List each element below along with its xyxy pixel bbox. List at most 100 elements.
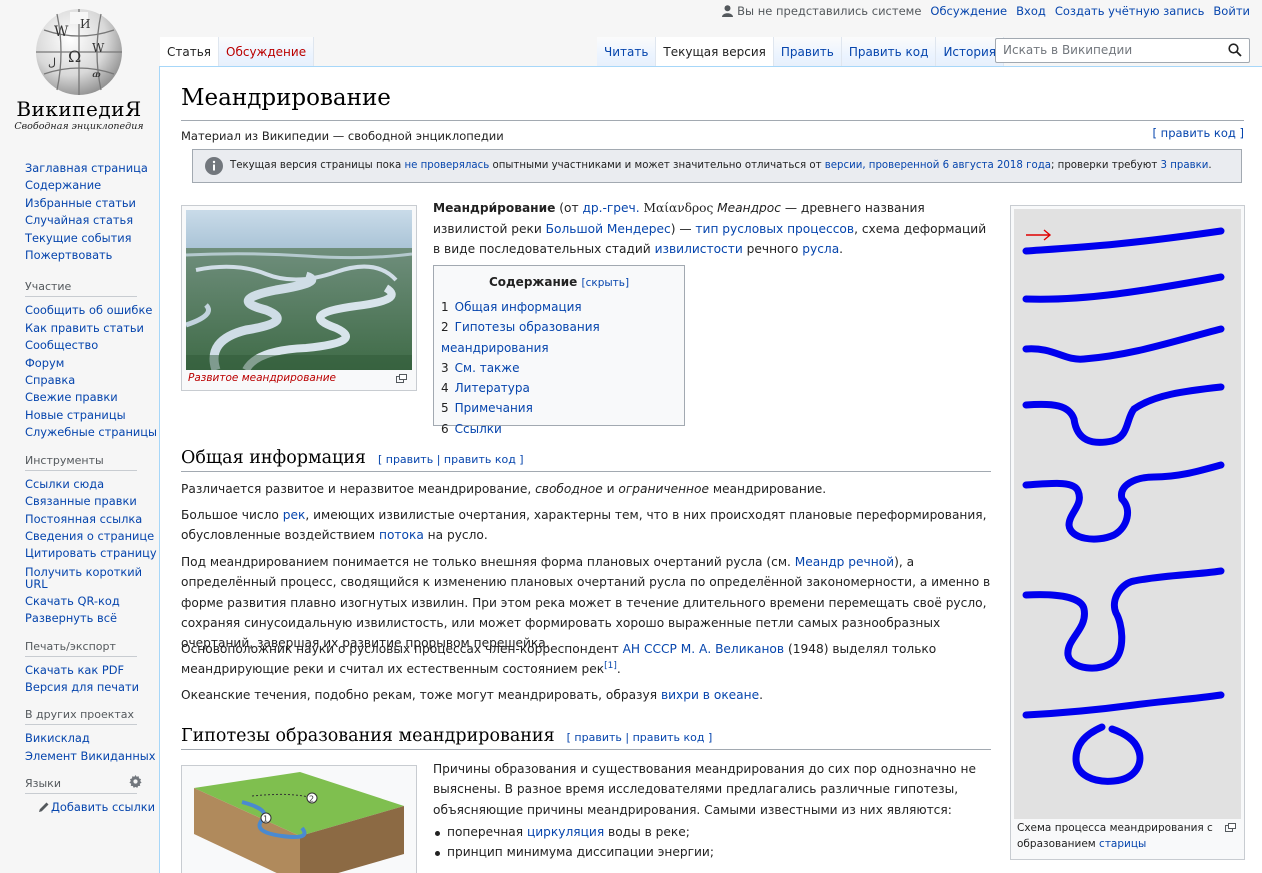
- link-channel-processes[interactable]: тип русловых процессов: [695, 222, 854, 236]
- link-river-meander[interactable]: Меандр речной: [795, 555, 894, 569]
- thumb1-caption[interactable]: Развитое меандрирование: [188, 372, 336, 384]
- sidebar-item-permanent-link[interactable]: Постоянная ссылка: [25, 512, 142, 526]
- toc-item[interactable]: 1 Общая информация: [441, 297, 684, 317]
- tab-history[interactable]: История: [936, 37, 1004, 66]
- meander-aerial-image[interactable]: [186, 210, 412, 370]
- edit-code-top-link[interactable]: [ править код ]: [1153, 126, 1244, 140]
- link-riverbed[interactable]: русла: [802, 242, 839, 256]
- gear-icon[interactable]: [129, 775, 142, 789]
- sidebar-item-community[interactable]: Сообщество: [25, 338, 98, 352]
- section-edit-links[interactable]: [ править | править код ]: [378, 453, 524, 466]
- tab-read[interactable]: Читать: [596, 37, 657, 66]
- thumb2-caption: Схема процесса меандрирования с образова…: [1017, 822, 1213, 850]
- tab-edit[interactable]: Править: [773, 37, 842, 66]
- sidebar-item-recent-changes[interactable]: Свежие правки: [25, 390, 118, 404]
- anon-text: Вы не представились системе: [737, 4, 922, 18]
- sidebar-item-wikidata[interactable]: Элемент Викиданных: [25, 749, 156, 763]
- edit-code-top-text[interactable]: [ править код ]: [1153, 126, 1244, 140]
- link-ussr-academy[interactable]: АН СССР: [623, 642, 677, 656]
- sidebar-item-how-to-edit[interactable]: Как править статьи: [25, 321, 144, 335]
- sidebar-item-related-changes[interactable]: Связанные правки: [25, 494, 137, 508]
- tab-current-version[interactable]: Текущая версия: [656, 37, 774, 66]
- toc-item[interactable]: 5 Примечания: [441, 398, 684, 418]
- link-rivers[interactable]: рек: [283, 508, 306, 522]
- section-edit-links[interactable]: [ править | править код ]: [567, 731, 713, 744]
- paragraph: Океанские течения, подобно рекам, тоже м…: [181, 688, 763, 702]
- page-title: Меандрирование: [181, 85, 391, 111]
- diagram-marker-1: 1: [263, 815, 268, 824]
- sidebar-item-download-pdf[interactable]: Скачать как PDF: [25, 663, 124, 677]
- notice-text: Текущая версия страницы пока не проверял…: [230, 160, 1212, 171]
- sidebar-item-current-events[interactable]: Текущие события: [25, 231, 132, 245]
- sidebar-heading-participation: Участие: [25, 280, 137, 298]
- puzzle-globe-icon: W И Ω W ل ወ: [36, 9, 122, 95]
- add-links-link[interactable]: Добавить ссылки: [51, 800, 155, 814]
- sidebar-item-forum[interactable]: Форум: [25, 356, 64, 370]
- link-sinuosity[interactable]: извилистости: [655, 242, 743, 256]
- sidebar-item-random[interactable]: Случайная статья: [25, 213, 133, 227]
- tab-article[interactable]: Статья: [160, 37, 220, 66]
- tab-edit-code[interactable]: Править код: [841, 37, 937, 66]
- notice-unchecked-link[interactable]: не проверялась: [404, 160, 489, 171]
- section-heading-hypotheses: Гипотезы образования меандрирования[ пра…: [181, 726, 713, 746]
- search-icon[interactable]: [1228, 43, 1242, 57]
- user-icon: [722, 5, 734, 17]
- view-tabs: Читать Текущая версия Править Править ко…: [596, 37, 1004, 66]
- tab-talk[interactable]: Обсуждение: [219, 37, 315, 66]
- sidebar-item-short-url[interactable]: Получить короткий URL: [25, 565, 142, 592]
- list-item: поперечная циркуляция воды в реке;: [435, 822, 998, 842]
- personal-discussion-link[interactable]: Обсуждение: [930, 4, 1007, 18]
- sidebar-item-commons[interactable]: Викисклад: [25, 731, 90, 745]
- sidebar-item-what-links-here[interactable]: Ссылки сюда: [25, 477, 104, 491]
- toc-item[interactable]: 4 Литература: [441, 378, 684, 398]
- sidebar-item-donate[interactable]: Пожертвовать: [25, 248, 112, 262]
- personal-login-link[interactable]: Вход: [1016, 4, 1046, 18]
- namespace-tabs: Статья Обсуждение: [160, 37, 315, 66]
- sidebar-heading-languages: Языки: [25, 777, 137, 795]
- toc-hide-toggle[interactable]: [скрыть]: [581, 277, 629, 289]
- link-big-menderes[interactable]: Большой Мендерес: [546, 222, 671, 236]
- sidebar-item-contents[interactable]: Содержание: [25, 178, 101, 192]
- sidebar-item-printable[interactable]: Версия для печати: [25, 680, 139, 694]
- toc-item[interactable]: 6 Ссылки: [441, 419, 684, 439]
- anon-notice: Вы не представились системе: [722, 4, 921, 18]
- svg-text:W: W: [92, 41, 105, 55]
- notice-edits-link[interactable]: 3 правки: [1161, 160, 1209, 171]
- sidebar-item-qr-code[interactable]: Скачать QR-код: [25, 594, 120, 608]
- reference-1[interactable]: [1]: [604, 661, 617, 671]
- sidebar-item-new-pages[interactable]: Новые страницы: [25, 408, 126, 422]
- thumb-meander-photo: Развитое меандрирование: [181, 205, 417, 391]
- sidebar-item-expand-all[interactable]: Развернуть всё: [25, 611, 117, 625]
- site-subtitle: Материал из Википедии — свободной энцикл…: [181, 129, 504, 143]
- wikipedia-logo[interactable]: W И Ω W ل ወ ВикипедиЯ Свободная энциклоп…: [0, 0, 158, 150]
- link-ocean-eddies[interactable]: вихри в океане: [661, 688, 759, 702]
- logo-wordmark: ВикипедиЯ: [16, 97, 142, 121]
- create-account-link[interactable]: Создать учётную запись: [1055, 4, 1205, 18]
- magnify-clip-icon[interactable]: [1225, 823, 1236, 832]
- meander-stages-diagram[interactable]: [1014, 209, 1241, 819]
- sidebar-item-help[interactable]: Справка: [25, 373, 75, 387]
- link-flow[interactable]: потока: [379, 528, 424, 542]
- sidebar-heading-print: Печать/экспорт: [25, 640, 137, 657]
- search-input[interactable]: Искать в Википедии: [995, 38, 1250, 63]
- notice-version-link[interactable]: версии, проверенной 6 августа 2018 года: [825, 160, 1051, 171]
- link-oxbow[interactable]: старицы: [1099, 838, 1146, 850]
- sidebar-item-main-page[interactable]: Заглавная страница: [25, 161, 148, 175]
- sidebar-tools: Инструменты Ссылки сюда Связанные правки…: [0, 454, 158, 628]
- sidebar-navigation: Заглавная страница Содержание Избранные …: [0, 160, 158, 264]
- link-circulation[interactable]: циркуляция: [527, 825, 604, 839]
- sidebar-item-page-info[interactable]: Сведения о странице: [25, 529, 154, 543]
- magnify-clip-icon[interactable]: [396, 374, 407, 383]
- signin-link[interactable]: Войти: [1213, 4, 1250, 18]
- sidebar-item-special-pages[interactable]: Служебные страницы: [25, 425, 157, 439]
- toc-item[interactable]: 2 Гипотезы образования меандрирования: [441, 317, 684, 358]
- sidebar-item-featured[interactable]: Избранные статьи: [25, 196, 136, 210]
- list-item: принцип минимума диссипации энергии;: [435, 842, 998, 862]
- meander-block-diagram[interactable]: 1 2: [182, 766, 416, 873]
- sidebar-heading-projects: В других проектах: [25, 708, 137, 726]
- toc-item[interactable]: 3 См. также: [441, 358, 684, 378]
- link-velikanov[interactable]: М. А. Великанов: [681, 642, 784, 656]
- link-ancient-greek[interactable]: др.-греч.: [582, 201, 639, 215]
- sidebar-item-report-error[interactable]: Сообщить об ошибке: [25, 303, 152, 317]
- sidebar-item-cite-page[interactable]: Цитировать страницу: [25, 546, 157, 560]
